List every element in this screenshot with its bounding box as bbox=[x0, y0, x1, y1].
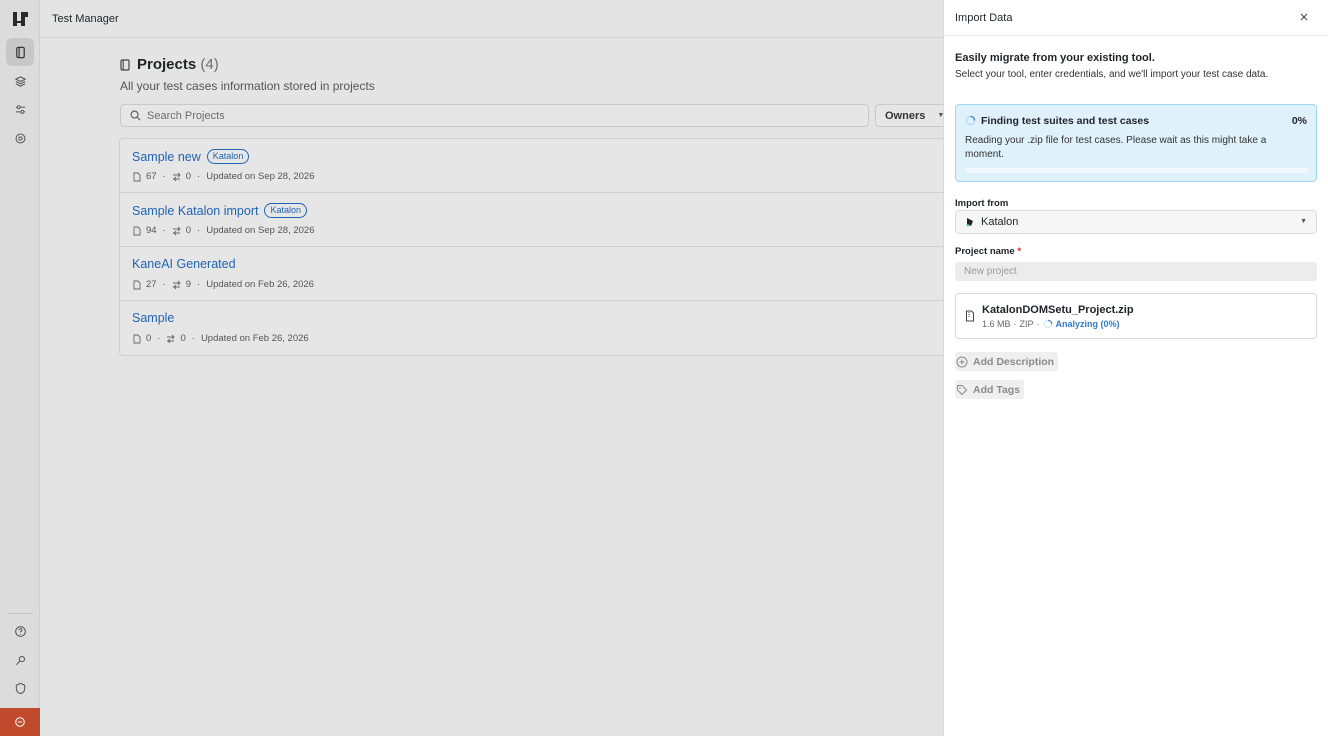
import-from-value: Katalon bbox=[981, 216, 1019, 228]
plus-circle-icon bbox=[956, 356, 968, 367]
cases-count: 94 bbox=[146, 225, 157, 236]
required-mark: * bbox=[1017, 246, 1022, 257]
updated-date: Updated on Feb 26, 2026 bbox=[206, 279, 314, 290]
projects-heading: Projects (4) bbox=[137, 56, 219, 73]
projects-list: Sample new Katalon 67 · 0 · Updated on S… bbox=[119, 138, 943, 356]
panel-title: Import Data bbox=[955, 12, 1013, 24]
file-size: 1.6 MB bbox=[982, 319, 1011, 329]
runs-count: 0 bbox=[185, 225, 192, 236]
layers-icon[interactable] bbox=[6, 67, 34, 95]
project-row[interactable]: Sample new Katalon 67 · 0 · Updated on S… bbox=[120, 139, 943, 193]
left-rail bbox=[0, 0, 40, 736]
test-cases-icon bbox=[133, 172, 141, 181]
project-meta: 0 · 0 · Updated on Feb 26, 2026 bbox=[132, 333, 309, 344]
runs-count: 9 bbox=[185, 279, 192, 290]
file-type: ZIP bbox=[1019, 319, 1034, 329]
tag-icon bbox=[957, 384, 968, 395]
test-cases-icon bbox=[133, 226, 141, 235]
runs-count: 0 bbox=[185, 171, 192, 182]
projects-icon[interactable] bbox=[6, 38, 34, 66]
panel-header: Import Data bbox=[944, 0, 1328, 36]
search-box[interactable] bbox=[120, 104, 869, 127]
import-from-select[interactable]: Katalon ▼ bbox=[955, 210, 1317, 234]
add-description-button[interactable]: Add Description bbox=[955, 352, 1059, 371]
top-bar: Test Manager bbox=[40, 0, 943, 38]
import-data-panel: Import Data Easily migrate from your exi… bbox=[943, 0, 1328, 736]
progress-bar bbox=[965, 168, 1309, 173]
shield-icon[interactable] bbox=[6, 674, 34, 702]
test-cases-icon bbox=[133, 280, 141, 289]
project-meta: 67 · 0 · Updated on Sep 28, 2026 bbox=[132, 171, 315, 182]
close-icon[interactable] bbox=[1298, 11, 1310, 23]
page-title: Projects (4) bbox=[120, 56, 219, 73]
project-row[interactable]: Sample 0 · 0 · Updated on Feb 26, 2026 bbox=[120, 301, 943, 355]
status-percent: 0% bbox=[1291, 115, 1307, 127]
test-runs-icon bbox=[172, 226, 181, 235]
project-meta: 27 · 9 · Updated on Feb 26, 2026 bbox=[132, 279, 314, 290]
app-title: Test Manager bbox=[52, 13, 119, 25]
book-icon bbox=[120, 58, 130, 71]
cases-count: 67 bbox=[146, 171, 157, 182]
chevron-down-icon: ▼ bbox=[1300, 218, 1307, 225]
project-name-label: Project name * bbox=[955, 246, 1022, 257]
search-icon bbox=[130, 110, 141, 121]
test-cases-icon bbox=[133, 334, 141, 343]
updated-date: Updated on Sep 28, 2026 bbox=[206, 171, 315, 182]
project-name[interactable]: KaneAI Generated bbox=[132, 257, 236, 271]
search-input[interactable] bbox=[147, 109, 847, 122]
project-row[interactable]: KaneAI Generated 27 · 9 · Updated on Feb… bbox=[120, 247, 943, 301]
file-meta: 1.6 MB · ZIP · Analyzing (0%) bbox=[982, 319, 1120, 329]
intro-text: Select your tool, enter credentials, and… bbox=[955, 69, 1269, 80]
owners-dropdown[interactable]: Owners ▼ bbox=[875, 104, 944, 127]
rail-divider bbox=[7, 613, 33, 614]
cases-count: 0 bbox=[146, 333, 152, 344]
file-status: Analyzing (0%) bbox=[1043, 319, 1120, 329]
source-badge: Katalon bbox=[264, 203, 307, 218]
settings-icon[interactable] bbox=[6, 124, 34, 152]
app-logo-icon[interactable] bbox=[11, 10, 29, 28]
test-runs-icon bbox=[172, 280, 181, 289]
project-name[interactable]: Sample new bbox=[132, 150, 201, 164]
sliders-icon[interactable] bbox=[6, 95, 34, 123]
runs-count: 0 bbox=[180, 333, 186, 344]
import-from-label: Import from bbox=[955, 198, 1009, 209]
katalon-logo-icon bbox=[966, 218, 973, 227]
spinner-icon bbox=[1043, 319, 1052, 329]
projects-page: Projects (4) All your test cases informa… bbox=[40, 38, 944, 736]
add-tags-button[interactable]: Add Tags bbox=[955, 380, 1025, 399]
projects-count: (4) bbox=[200, 56, 219, 73]
status-text: Reading your .zip file for test cases. P… bbox=[965, 135, 1267, 160]
file-card: KatalonDOMSetu_Project.zip 1.6 MB · ZIP … bbox=[955, 293, 1317, 339]
zip-file-icon bbox=[966, 310, 974, 322]
project-meta: 94 · 0 · Updated on Sep 28, 2026 bbox=[132, 225, 315, 236]
project-name[interactable]: Sample bbox=[132, 311, 174, 325]
project-row[interactable]: Sample Katalon import Katalon 94 · 0 · U… bbox=[120, 193, 943, 247]
intro-heading: Easily migrate from your existing tool. bbox=[955, 52, 1155, 64]
project-name[interactable]: Sample Katalon import bbox=[132, 204, 258, 218]
cases-count: 27 bbox=[146, 279, 157, 290]
status-title: Finding test suites and test cases bbox=[981, 115, 1150, 127]
source-badge: Katalon bbox=[206, 149, 250, 164]
key-icon[interactable] bbox=[6, 646, 34, 674]
spinner-icon bbox=[965, 115, 976, 126]
owners-label: Owners bbox=[885, 109, 926, 122]
page-subtitle: All your test cases information stored i… bbox=[120, 79, 375, 93]
updated-date: Updated on Feb 26, 2026 bbox=[200, 333, 309, 344]
power-icon[interactable] bbox=[0, 708, 40, 736]
import-status-box: Finding test suites and test cases 0% Re… bbox=[955, 104, 1317, 182]
project-name-input[interactable] bbox=[955, 262, 1317, 281]
file-name: KatalonDOMSetu_Project.zip bbox=[982, 304, 1134, 316]
test-runs-icon bbox=[167, 334, 176, 343]
test-runs-icon bbox=[172, 172, 181, 181]
help-icon[interactable] bbox=[6, 617, 34, 645]
updated-date: Updated on Sep 28, 2026 bbox=[206, 225, 315, 236]
